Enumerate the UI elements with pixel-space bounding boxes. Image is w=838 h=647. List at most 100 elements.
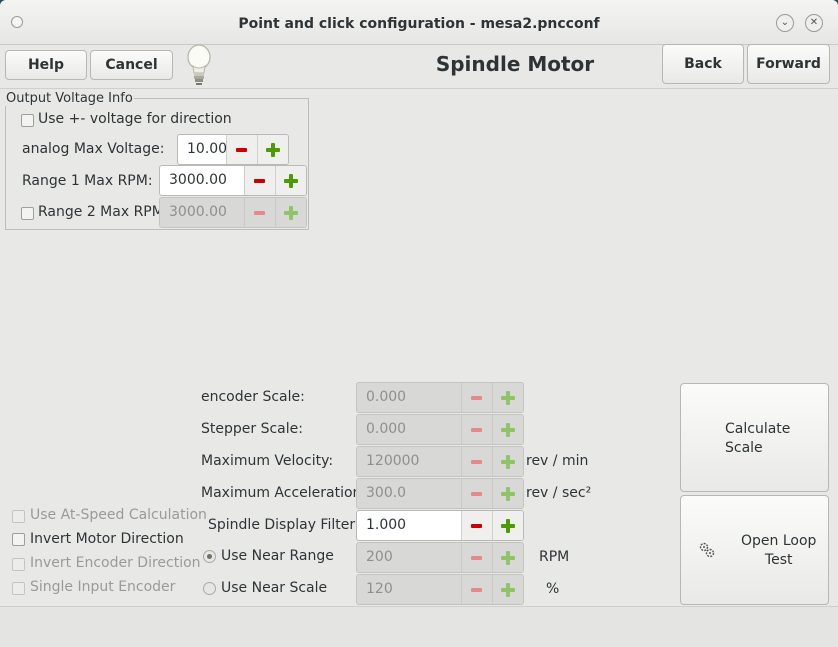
- toolbar-divider: [0, 88, 838, 89]
- decrement-button[interactable]: [461, 415, 492, 444]
- near-range-unit: RPM: [539, 549, 570, 565]
- plus-icon: [266, 143, 280, 157]
- near-scale-spinner[interactable]: 120: [356, 574, 524, 605]
- range2-max-rpm-spinner[interactable]: 3000.00: [159, 197, 307, 228]
- stepper-scale-input[interactable]: 0.000: [357, 415, 461, 444]
- plus-icon: [501, 487, 515, 501]
- max-velocity-label: Maximum Velocity:: [201, 453, 334, 469]
- increment-button[interactable]: [492, 415, 523, 444]
- range1-max-rpm-label: Range 1 Max RPM:: [22, 173, 153, 189]
- max-accel-spinner[interactable]: 300.0: [356, 478, 524, 509]
- max-velocity-input[interactable]: 120000: [357, 447, 461, 476]
- encoder-scale-label: encoder Scale:: [201, 389, 305, 405]
- max-accel-unit: rev / sec²: [526, 485, 592, 501]
- open-loop-test-button[interactable]: Open Loop Test: [680, 495, 829, 605]
- decrement-button[interactable]: [461, 383, 492, 412]
- minus-icon: [471, 524, 482, 528]
- increment-button[interactable]: [492, 575, 523, 604]
- gears-icon: [699, 542, 715, 558]
- increment-button[interactable]: [275, 166, 306, 195]
- increment-button[interactable]: [492, 383, 523, 412]
- max-velocity-spinner[interactable]: 120000: [356, 446, 524, 477]
- near-scale-label: Use Near Scale: [221, 580, 328, 596]
- help-button[interactable]: Help: [5, 50, 87, 80]
- encoder-scale-spinner[interactable]: 0.000: [356, 382, 524, 413]
- minus-icon: [254, 179, 265, 183]
- plus-icon: [501, 519, 515, 533]
- minus-icon: [254, 211, 265, 215]
- minimize-button[interactable]: ⌄: [776, 14, 794, 32]
- decrement-button[interactable]: [461, 575, 492, 604]
- display-filter-label: Spindle Display Filter:: [208, 517, 360, 533]
- minus-icon: [471, 492, 482, 496]
- near-range-input[interactable]: 200: [357, 543, 461, 572]
- increment-button[interactable]: [275, 198, 306, 227]
- invert-encoder-checkbox[interactable]: [12, 558, 25, 571]
- at-speed-label: Use At-Speed Calculation: [30, 507, 207, 523]
- close-button[interactable]: ✕: [805, 14, 823, 32]
- minus-icon: [471, 460, 482, 464]
- chevron-down-icon: ⌄: [780, 17, 790, 28]
- plus-icon: [284, 174, 298, 188]
- near-range-label: Use Near Range: [221, 548, 334, 564]
- increment-button[interactable]: [492, 479, 523, 508]
- decrement-button[interactable]: [461, 447, 492, 476]
- decrement-button[interactable]: [226, 135, 257, 164]
- analog-max-voltage-input[interactable]: 10.00: [178, 135, 226, 164]
- invert-motor-label: Invert Motor Direction: [30, 531, 184, 547]
- single-input-checkbox[interactable]: [12, 582, 25, 595]
- near-scale-radio[interactable]: [203, 582, 216, 595]
- range1-max-rpm-input[interactable]: 3000.00: [160, 166, 244, 195]
- range2-max-rpm-label: Range 2 Max RPM: [38, 204, 164, 220]
- plus-icon: [284, 206, 298, 220]
- analog-max-voltage-spinner[interactable]: 10.00: [177, 134, 289, 165]
- decrement-button[interactable]: [461, 511, 492, 540]
- minus-icon: [471, 556, 482, 560]
- increment-button[interactable]: [492, 511, 523, 540]
- main-window: Point and click configuration - mesa2.pn…: [0, 0, 838, 647]
- minus-icon: [236, 148, 247, 152]
- status-bar: [0, 606, 838, 647]
- minus-icon: [471, 428, 482, 432]
- range2-max-rpm-input[interactable]: 3000.00: [160, 198, 244, 227]
- near-range-radio[interactable]: [203, 550, 216, 563]
- plus-icon: [501, 551, 515, 565]
- close-icon: ✕: [809, 17, 819, 28]
- near-scale-unit: %: [546, 581, 560, 597]
- decrement-button[interactable]: [244, 166, 275, 195]
- back-button[interactable]: Back: [662, 44, 744, 84]
- decrement-button[interactable]: [461, 479, 492, 508]
- plus-icon: [501, 583, 515, 597]
- window-title: Point and click configuration - mesa2.pn…: [238, 16, 600, 32]
- increment-button[interactable]: [257, 135, 288, 164]
- display-filter-input[interactable]: 1.000: [357, 511, 461, 540]
- max-accel-input[interactable]: 300.0: [357, 479, 461, 508]
- cancel-button[interactable]: Cancel: [90, 50, 173, 80]
- decrement-button[interactable]: [461, 543, 492, 572]
- range2-checkbox[interactable]: [21, 207, 34, 220]
- encoder-scale-input[interactable]: 0.000: [357, 383, 461, 412]
- plus-icon: [501, 391, 515, 405]
- display-filter-spinner[interactable]: 1.000: [356, 510, 524, 541]
- forward-button[interactable]: Forward: [747, 44, 830, 84]
- range1-max-rpm-spinner[interactable]: 3000.00: [159, 165, 307, 196]
- minus-icon: [471, 588, 482, 592]
- invert-encoder-label: Invert Encoder Direction: [30, 555, 201, 571]
- lightbulb-icon[interactable]: [184, 42, 214, 88]
- increment-button[interactable]: [492, 447, 523, 476]
- calculate-scale-button[interactable]: Calculate Scale: [680, 383, 829, 492]
- decrement-button[interactable]: [244, 198, 275, 227]
- use-pm-voltage-checkbox[interactable]: [21, 114, 34, 127]
- near-range-spinner[interactable]: 200: [356, 542, 524, 573]
- stepper-scale-spinner[interactable]: 0.000: [356, 414, 524, 445]
- analog-max-voltage-label: analog Max Voltage:: [22, 141, 165, 157]
- invert-motor-checkbox[interactable]: [12, 533, 25, 546]
- plus-icon: [501, 455, 515, 469]
- page-title: Spindle Motor: [435, 52, 595, 76]
- at-speed-checkbox[interactable]: [12, 510, 25, 523]
- output-voltage-frame-label: Output Voltage Info: [5, 91, 134, 106]
- plus-icon: [501, 423, 515, 437]
- title-bar: Point and click configuration - mesa2.pn…: [0, 0, 838, 45]
- increment-button[interactable]: [492, 543, 523, 572]
- near-scale-input[interactable]: 120: [357, 575, 461, 604]
